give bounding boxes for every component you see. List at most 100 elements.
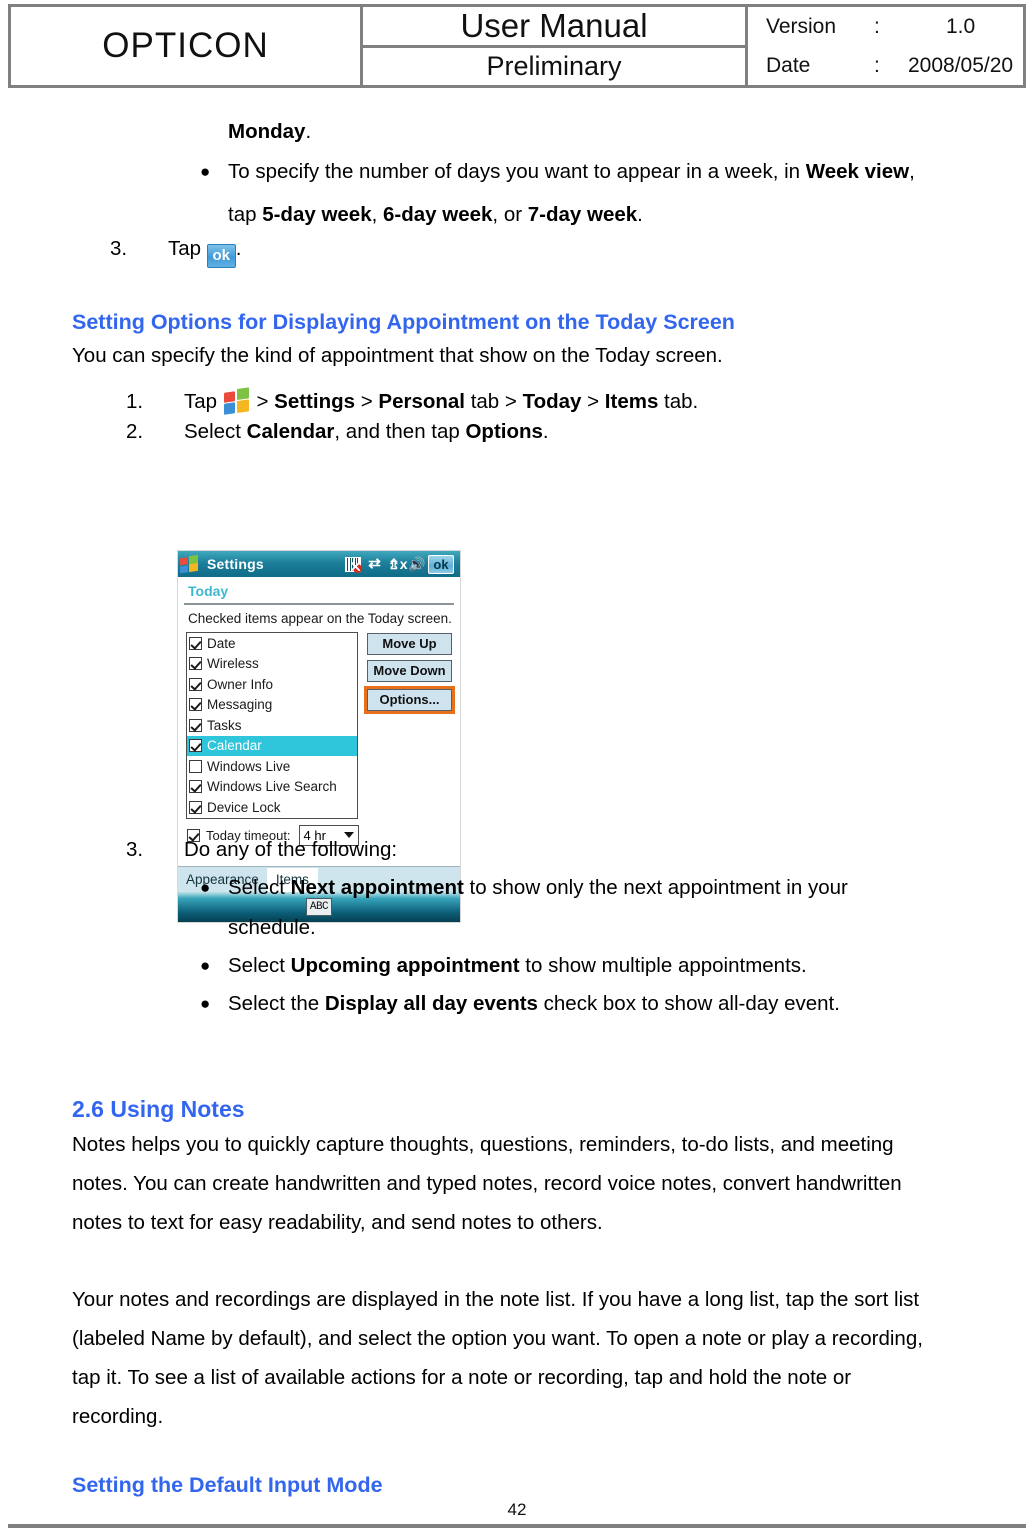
bullet-next-appointment: ● Select Next appointment to show only t…: [200, 866, 1000, 909]
list-item-selected[interactable]: Calendar: [187, 735, 357, 756]
step-2-calendar-bold: Calendar: [246, 420, 335, 443]
upcoming-appointment-bold: Upcoming appointment: [290, 954, 520, 977]
step-1-tab-2: tab.: [658, 390, 699, 413]
notes-paragraph-2-line-3: tap it. To see a list of available actio…: [72, 1366, 852, 1389]
step-1-items-bold: Items: [604, 390, 659, 413]
sep-2: , or: [492, 203, 528, 226]
document-subtitle: Preliminary: [486, 51, 622, 81]
volume-icon[interactable]: 🔊: [408, 556, 425, 572]
checkbox-icon[interactable]: [189, 698, 202, 712]
checkbox-icon[interactable]: [189, 739, 202, 753]
b1-post: to show only the next appointment in you…: [463, 876, 848, 899]
checkbox-icon[interactable]: [189, 800, 202, 814]
header-title-row: User Manual: [363, 7, 745, 48]
pda-page-title: Today: [178, 577, 460, 603]
page-body: Monday. ● To specify the number of days …: [0, 96, 1034, 1497]
step-2-end: .: [542, 420, 549, 443]
checkbox-icon[interactable]: [189, 636, 202, 650]
bullet-next-text: Select Next appointment to show only the…: [228, 866, 848, 909]
list-item-label: Messaging: [207, 697, 273, 713]
pda-ok-button[interactable]: ok: [428, 554, 454, 574]
list-item[interactable]: Date: [187, 633, 357, 654]
next-appointment-bold: Next appointment: [290, 876, 464, 899]
barcode-disabled-icon[interactable]: [345, 556, 362, 573]
checkbox-icon[interactable]: [189, 759, 202, 773]
notes-paragraph-1-line-3: notes to text for easy readability, and …: [72, 1211, 603, 1234]
company-logo-text: OPTICON: [102, 26, 269, 65]
list-item[interactable]: Device Lock: [187, 797, 357, 818]
bullet-dot-icon: ●: [200, 162, 211, 181]
pda-start-icon[interactable]: [180, 554, 199, 574]
notes-paragraph-2-line-2: (labeled Name by default), and select th…: [72, 1327, 923, 1350]
heading-setting-options-today: Setting Options for Displaying Appointme…: [72, 310, 735, 334]
pda-items-listbox[interactable]: Date Wireless Owner Info Messaging Tasks…: [186, 632, 358, 819]
list-item-label: Device Lock: [207, 799, 281, 815]
step-2-options-bold: Options: [465, 420, 543, 443]
step-2-select-calendar: 2. Select Calendar, and then tap Options…: [126, 410, 549, 453]
section-heading-using-notes: 2.6 Using Notes: [72, 1096, 245, 1122]
options-button[interactable]: Options...: [364, 686, 455, 714]
notes-paragraph-1-line-1: Notes helps you to quickly capture thoug…: [72, 1133, 894, 1156]
version-row: Version : 1.0: [766, 7, 1023, 46]
bullet-next-line2: schedule.: [228, 916, 316, 939]
page-number: 42: [507, 1500, 527, 1519]
checkbox-icon[interactable]: [189, 780, 202, 794]
pda-main-area: Date Wireless Owner Info Messaging Tasks…: [178, 632, 460, 819]
list-item[interactable]: Windows Live Search: [187, 777, 357, 798]
pda-system-tray: ⇄ ⇯x 🔊 ok: [345, 554, 457, 574]
version-label: Version: [766, 14, 837, 38]
b3-pre: Select the: [228, 992, 325, 1015]
checkbox-icon[interactable]: [189, 718, 202, 732]
step-2-pre: Select: [184, 420, 247, 443]
list-item[interactable]: Wireless: [187, 654, 357, 675]
date-value: 2008/05/20: [908, 53, 1014, 77]
step-3-period: .: [235, 237, 242, 260]
step-3-do-any: 3. Do any of the following:: [126, 828, 397, 871]
ok-button-icon[interactable]: ok: [206, 244, 236, 268]
step-3b-text: Do any of the following:: [184, 838, 398, 861]
list-item[interactable]: Messaging: [187, 695, 357, 716]
pda-description: Checked items appear on the Today screen…: [188, 611, 452, 626]
bullet-display-all-day: ● Select the Display all day events chec…: [200, 982, 1000, 1025]
bullet-week-line2: tap 5-day week, 6-day week, or 7-day wee…: [228, 193, 643, 236]
list-item-label: Owner Info: [207, 676, 274, 692]
six-day-week-bold: 6-day week: [383, 203, 493, 226]
pda-title-bar: Settings ⇄ ⇯x 🔊 ok: [178, 551, 460, 577]
list-item[interactable]: Tasks: [187, 715, 357, 736]
document-header: OPTICON User Manual Preliminary Version …: [8, 4, 1026, 88]
header-title-cell: User Manual Preliminary: [363, 7, 748, 85]
version-value: 1.0: [946, 14, 976, 38]
display-all-day-events-bold: Display all day events: [324, 992, 538, 1015]
checkbox-icon[interactable]: [189, 677, 202, 691]
monday-period: .: [305, 120, 312, 143]
heading-setting-default-input-mode: Setting the Default Input Mode: [72, 1473, 383, 1497]
pda-app-title: Settings: [207, 556, 264, 572]
connectivity-icon[interactable]: ⇄: [366, 556, 383, 571]
bullet-dot-icon: ●: [200, 956, 211, 975]
footer-divider: [8, 1524, 1026, 1528]
five-day-week-bold: 5-day week: [262, 203, 372, 226]
sep-1: ,: [371, 203, 384, 226]
list-item-label: Tasks: [207, 717, 242, 733]
bullet-dot-icon: ●: [200, 994, 211, 1013]
move-up-button[interactable]: Move Up: [367, 633, 452, 655]
list-item[interactable]: Windows Live: [187, 756, 357, 777]
bullet-week-tap: tap: [228, 203, 263, 226]
b3-post: check box to show all-day event.: [537, 992, 840, 1015]
pda-button-column: Move Up Move Down Options...: [364, 632, 455, 819]
bullet-week-end: .: [637, 203, 643, 226]
list-item[interactable]: Owner Info: [187, 674, 357, 695]
date-row: Date : 2008/05/20: [766, 46, 1023, 85]
step-3-tap-ok: 3. Tap ok.: [110, 227, 241, 270]
step-3-tap-label: Tap: [168, 237, 202, 260]
move-down-button[interactable]: Move Down: [367, 660, 452, 682]
step-2-text: Select Calendar, and then tap Options.: [184, 410, 549, 453]
date-label: Date: [766, 53, 811, 77]
checkbox-icon[interactable]: [189, 657, 202, 671]
bullet-dot-icon: ●: [200, 878, 211, 897]
list-item-label: Calendar: [207, 738, 262, 754]
monday-line: Monday.: [228, 110, 311, 153]
signal-off-icon[interactable]: ⇯x: [388, 556, 408, 572]
notes-paragraph-2-line-1: Your notes and recordings are displayed …: [72, 1288, 920, 1311]
bullet-week-comma: ,: [909, 160, 915, 183]
